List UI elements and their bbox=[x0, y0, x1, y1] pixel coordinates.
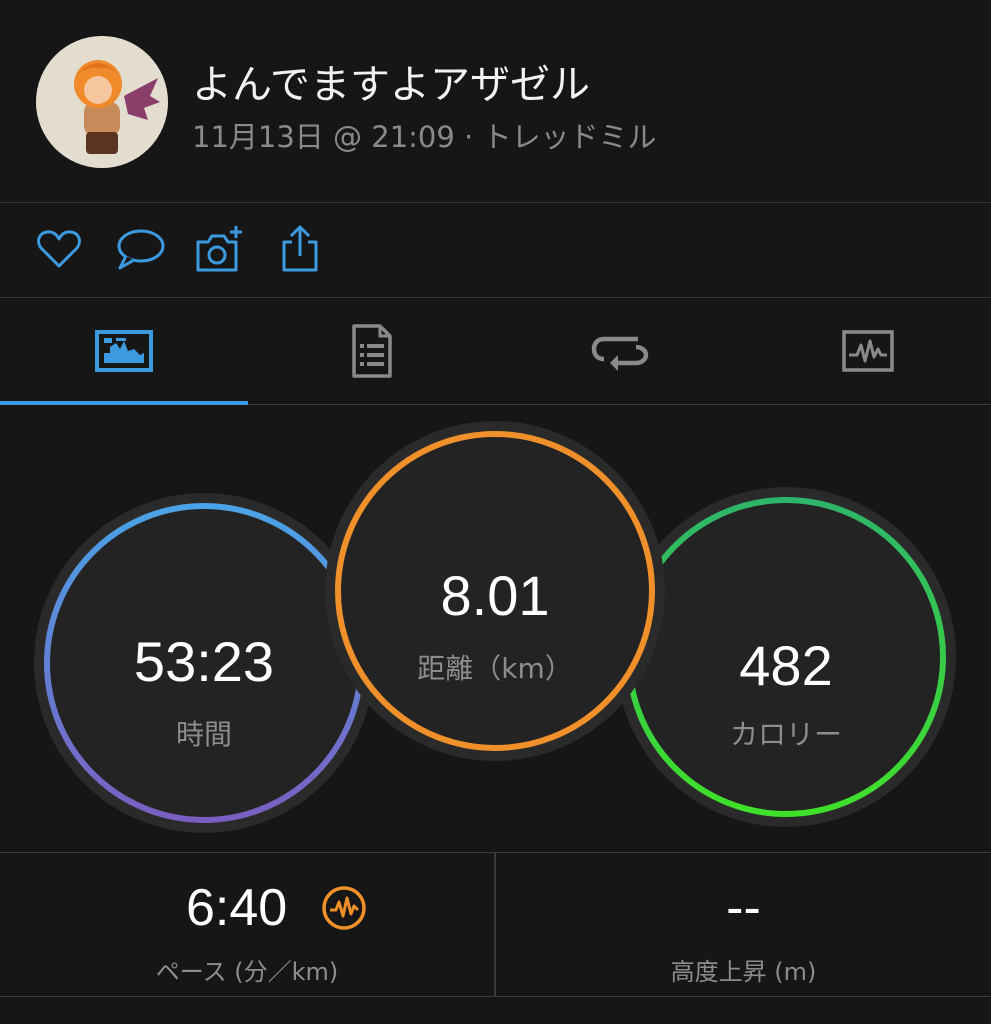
heart-icon bbox=[37, 230, 81, 268]
tab-laps[interactable] bbox=[496, 299, 744, 403]
time-label: 時間 bbox=[175, 718, 232, 751]
distance-label: 距離（km） bbox=[417, 652, 573, 685]
time-value: 53:23 bbox=[133, 630, 275, 693]
elevation-value: -- bbox=[726, 879, 761, 937]
pace-label: ペース (分／km) bbox=[155, 958, 339, 986]
calories-label: カロリー bbox=[729, 718, 842, 751]
camera-plus-icon bbox=[196, 226, 242, 272]
user-name[interactable]: よんでますよアザゼル bbox=[192, 52, 590, 110]
distance-value: 8.01 bbox=[440, 564, 550, 627]
share-button[interactable] bbox=[276, 224, 326, 274]
elevation-label: 高度上昇 (m) bbox=[670, 958, 817, 986]
heart-rate-chart-icon bbox=[842, 330, 894, 372]
avatar[interactable] bbox=[36, 36, 168, 168]
time-stat: 53:23 時間 bbox=[44, 503, 364, 823]
tab-charts[interactable] bbox=[744, 299, 991, 403]
avatar-character-icon bbox=[36, 36, 168, 168]
activity-tabs bbox=[0, 299, 991, 405]
add-photo-button[interactable] bbox=[194, 224, 244, 274]
stats-panel: 53:23 時間 8.01 距離（km） 482 カロリー bbox=[0, 405, 991, 852]
overview-chart-icon bbox=[95, 330, 153, 372]
pace-zone-icon[interactable] bbox=[320, 884, 368, 932]
distance-stat: 8.01 距離（km） bbox=[335, 431, 655, 751]
like-button[interactable] bbox=[34, 224, 84, 274]
tab-details[interactable] bbox=[248, 299, 496, 403]
calories-value: 482 bbox=[739, 634, 833, 697]
activity-date-type: 11月13日 @ 21:09 · トレッドミル bbox=[192, 120, 657, 154]
share-icon bbox=[282, 225, 318, 272]
comment-button[interactable] bbox=[114, 224, 165, 274]
laps-loop-icon bbox=[591, 336, 649, 371]
activity-header: よんでますよアザゼル 11月13日 @ 21:09 · トレッドミル bbox=[0, 0, 991, 203]
document-list-icon bbox=[352, 324, 392, 378]
comment-icon bbox=[117, 229, 165, 270]
calories-stat: 482 カロリー bbox=[626, 497, 946, 817]
pace-value: 6:40 bbox=[186, 879, 288, 937]
tab-overview[interactable] bbox=[0, 299, 248, 403]
